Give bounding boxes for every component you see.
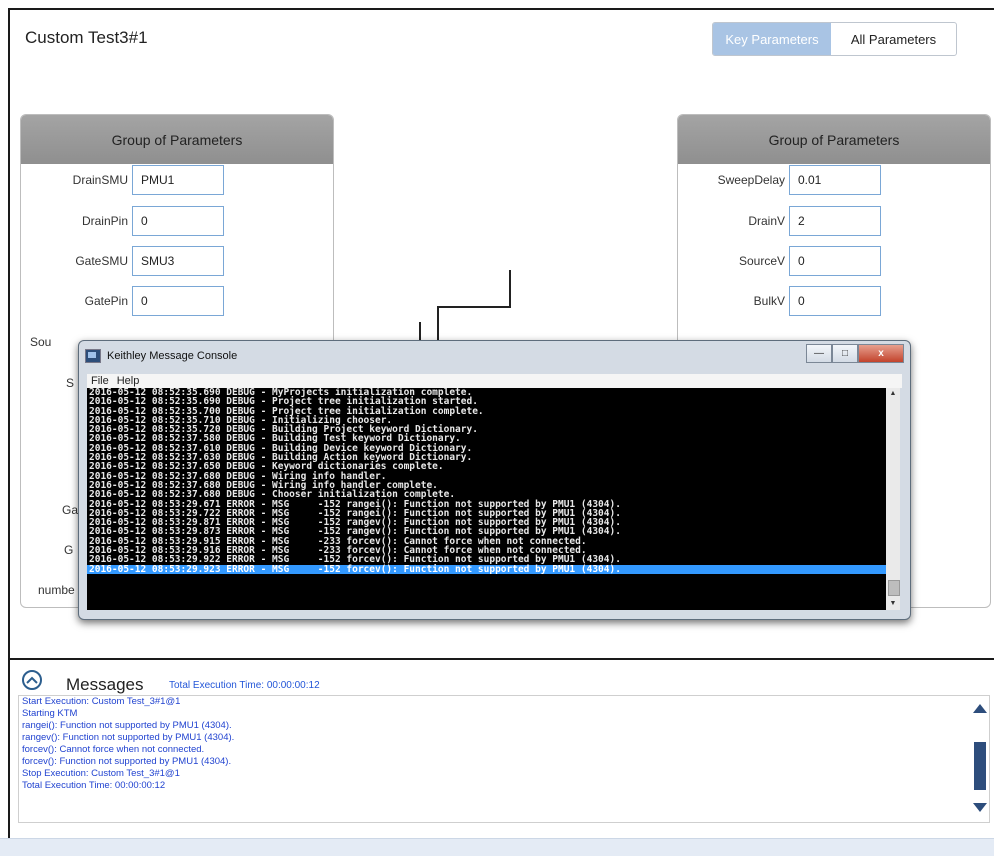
param-label: DrainV — [748, 214, 785, 228]
drain-pin-field[interactable]: 0 — [132, 206, 224, 236]
param-label: BulkV — [753, 294, 785, 308]
param-label-partial: G — [64, 543, 74, 557]
close-button[interactable]: x — [858, 344, 904, 363]
scroll-down-icon[interactable]: ▼ — [886, 598, 900, 610]
param-row: SweepDelay 0.01 — [677, 164, 881, 196]
schematic-wire — [419, 322, 421, 342]
param-label: DrainPin — [81, 214, 128, 228]
message-line: forcev(): Cannot force when not connecte… — [22, 744, 205, 755]
gate-pin-field[interactable]: 0 — [132, 286, 224, 316]
param-row: DrainSMU PMU1 — [20, 164, 224, 196]
page-title: Custom Test3#1 — [25, 28, 148, 47]
param-label: GateSMU — [75, 254, 128, 268]
message-line: Stop Execution: Custom Test_3#1@1 — [22, 768, 180, 779]
gate-smu-field[interactable]: SMU3 — [132, 246, 224, 276]
window-controls: — □ x — [806, 344, 904, 363]
schematic-wire — [437, 306, 439, 342]
console-log[interactable]: 2016-05-12 08:52:35.690 DEBUG - MyProjec… — [87, 388, 900, 610]
messages-scrollbar[interactable] — [971, 696, 989, 820]
section-divider — [8, 658, 994, 660]
scroll-thumb[interactable] — [974, 742, 986, 790]
schematic-wire — [437, 306, 511, 308]
console-title-bar[interactable]: Keithley Message Console — [85, 347, 900, 365]
messages-log[interactable]: Start Execution: Custom Test_3#1@1 Start… — [18, 695, 990, 823]
scroll-down-icon[interactable] — [973, 803, 987, 812]
param-label-partial: Sou — [30, 335, 52, 349]
scroll-up-icon[interactable]: ▲ — [886, 388, 900, 400]
window-frame-left — [8, 8, 10, 855]
param-row: SourceV 0 — [677, 245, 881, 277]
message-console-window: Keithley Message Console — □ x File Help… — [78, 340, 911, 620]
console-title: Keithley Message Console — [107, 350, 238, 362]
drain-v-field[interactable]: 2 — [789, 206, 881, 236]
schematic-wire — [509, 270, 511, 308]
drain-smu-field[interactable]: PMU1 — [132, 165, 224, 195]
scroll-up-icon[interactable] — [973, 704, 987, 713]
console-menu-bar: File Help — [87, 374, 902, 388]
param-row: GatePin 0 — [20, 285, 224, 317]
console-line-selected: 2016-05-12 08:53:29.923 ERROR - MSG -152… — [87, 564, 900, 574]
param-row: GateSMU SMU3 — [20, 245, 224, 277]
message-line: Total Execution Time: 00:00:00:12 — [22, 780, 166, 791]
group-header: Group of Parameters — [678, 115, 990, 164]
all-parameters-tab[interactable]: All Parameters — [831, 23, 956, 55]
message-line: rangei(): Function not supported by PMU1… — [22, 720, 232, 731]
param-label-partial: S — [66, 376, 75, 390]
console-scrollbar[interactable]: ▲ ▼ — [886, 388, 900, 610]
group-header: Group of Parameters — [21, 115, 333, 164]
scroll-thumb[interactable] — [888, 580, 900, 596]
parameter-view-toggle[interactable]: Key Parameters All Parameters — [712, 22, 957, 56]
param-label: DrainSMU — [72, 173, 128, 187]
param-row: DrainV 2 — [677, 205, 881, 237]
message-line: Start Execution: Custom Test_3#1@1 — [22, 696, 181, 707]
collapse-messages-icon[interactable] — [22, 670, 42, 690]
param-row: DrainPin 0 — [20, 205, 224, 237]
menu-file[interactable]: File — [91, 375, 109, 387]
param-label: SourceV — [738, 254, 785, 268]
param-label-partial: numbe — [38, 583, 75, 597]
maximize-button[interactable]: □ — [832, 344, 858, 363]
status-bar — [0, 838, 994, 856]
message-line: rangev(): Function not supported by PMU1… — [22, 732, 235, 743]
console-app-icon — [85, 349, 101, 363]
source-v-field[interactable]: 0 — [789, 246, 881, 276]
bulk-v-field[interactable]: 0 — [789, 286, 881, 316]
param-label-partial: Ga — [62, 503, 79, 517]
param-row: BulkV 0 — [677, 285, 881, 317]
messages-title: Messages — [66, 675, 144, 694]
message-line: forcev(): Function not supported by PMU1… — [22, 756, 232, 767]
sweep-delay-field[interactable]: 0.01 — [789, 165, 881, 195]
menu-help[interactable]: Help — [117, 375, 140, 387]
param-label: GatePin — [84, 294, 128, 308]
minimize-button[interactable]: — — [806, 344, 832, 363]
message-line: Starting KTM — [22, 708, 78, 719]
window-frame-top — [8, 8, 994, 10]
total-execution-time: Total Execution Time: 00:00:00:12 — [169, 680, 320, 691]
param-label: SweepDelay — [717, 173, 785, 187]
key-parameters-tab[interactable]: Key Parameters — [713, 23, 831, 55]
